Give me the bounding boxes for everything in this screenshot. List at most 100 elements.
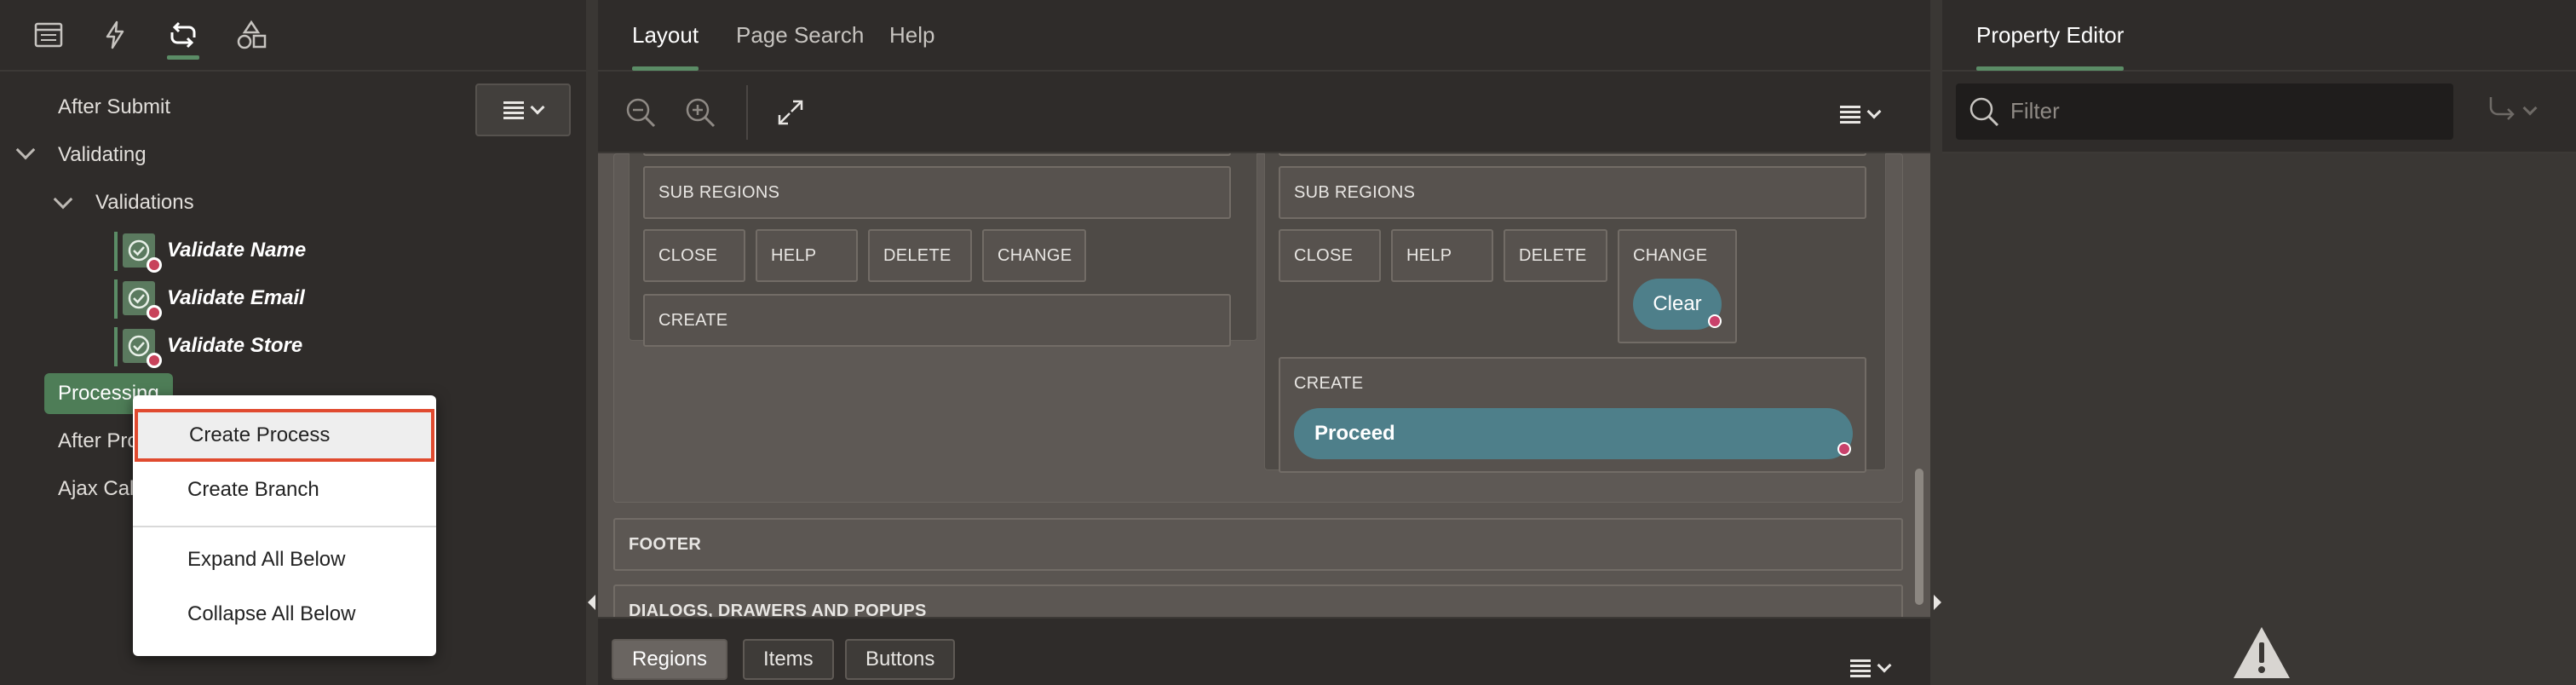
chevron-down-icon: [2522, 101, 2538, 116]
collapse-right-icon[interactable]: [1934, 595, 1941, 610]
processing-tree-pane: After Submit Validating Validations Vali…: [0, 0, 586, 685]
zoom-out-icon[interactable]: [620, 92, 661, 133]
expand-icon[interactable]: [770, 92, 811, 133]
region-slot-top: [1279, 153, 1866, 156]
condition-indicator-icon: [1708, 314, 1722, 328]
chevron-down-icon[interactable]: [53, 189, 73, 210]
left-pane-tabs: [0, 0, 586, 72]
tree-node-validations[interactable]: Validations: [95, 191, 194, 215]
slot-dialogs-drawers-popups[interactable]: DIALOGS, DRAWERS AND POPUPS: [613, 584, 1903, 617]
slot-label: CREATE: [1294, 374, 1364, 393]
condition-indicator-icon: [147, 257, 162, 273]
slot-delete[interactable]: DELETE: [868, 229, 972, 282]
tab-buttons[interactable]: Buttons: [845, 639, 956, 680]
layout-pane: Layout Page Search Help SUB REGIONS CLOS…: [598, 0, 1930, 685]
menu-separator: [133, 526, 436, 527]
tree-node-after-processing[interactable]: After Pro: [58, 429, 139, 453]
gallery-menu-button[interactable]: [1850, 653, 1910, 683]
canvas-scrollbar[interactable]: [1915, 469, 1923, 605]
slot-label: HELP: [1406, 246, 1452, 265]
slot-change[interactable]: CHANGE: [982, 229, 1086, 282]
selection-bar: [114, 327, 118, 366]
chevron-down-icon[interactable]: [15, 140, 36, 160]
property-editor-pane: Property Editor: [1942, 0, 2576, 685]
layout-menu-button[interactable]: [1840, 97, 1900, 131]
tab-property-editor[interactable]: Property Editor: [1976, 22, 2125, 71]
filter-input[interactable]: [2010, 92, 2436, 130]
menu-icon: [1840, 103, 1860, 126]
slot-label: CHANGE: [998, 246, 1072, 265]
layout-canvas[interactable]: SUB REGIONS CLOSE HELP DELETE CHANGE CRE…: [598, 153, 1930, 617]
tree-menu-button[interactable]: [475, 83, 571, 136]
slot-create[interactable]: CREATE: [643, 294, 1231, 347]
slot-create[interactable]: CREATE Proceed: [1279, 357, 1866, 473]
tree-node-label: Validate Email: [167, 286, 305, 309]
slot-delete[interactable]: DELETE: [1504, 229, 1607, 282]
chevron-down-icon: [1877, 658, 1892, 673]
menu-item-create-process[interactable]: Create Process: [135, 409, 434, 462]
slot-label: CLOSE: [1294, 246, 1354, 265]
menu-item-create-branch[interactable]: Create Branch: [133, 463, 436, 516]
tree-node-after-submit[interactable]: After Submit: [58, 95, 170, 119]
proceed-button[interactable]: Proceed: [1294, 408, 1853, 459]
selection-bar: [114, 279, 118, 319]
tree-node-label: Validate Store: [167, 334, 303, 357]
slot-label: CHANGE: [1633, 246, 1708, 265]
tab-items[interactable]: Items: [743, 639, 834, 680]
slot-close[interactable]: CLOSE: [643, 229, 745, 282]
menu-icon: [503, 99, 524, 122]
tree-node-label: Validate Name: [167, 239, 307, 262]
slot-sub-regions[interactable]: SUB REGIONS: [643, 166, 1231, 219]
tab-help[interactable]: Help: [889, 22, 934, 49]
right-splitter[interactable]: [1930, 0, 1942, 685]
slot-label: DELETE: [883, 246, 952, 265]
slot-footer[interactable]: FOOTER: [613, 518, 1903, 571]
slot-help[interactable]: HELP: [1391, 229, 1493, 282]
slot-label: CLOSE: [658, 246, 718, 265]
slot-label: HELP: [771, 246, 817, 265]
region-slot-top: [643, 153, 1231, 156]
processing-cycle-icon[interactable]: [164, 15, 203, 60]
slot-sub-regions[interactable]: SUB REGIONS: [1279, 166, 1866, 219]
condition-indicator-icon: [147, 353, 162, 368]
tab-page-search[interactable]: Page Search: [736, 22, 864, 49]
arrow-return-icon: [2487, 95, 2518, 127]
slot-label: DELETE: [1519, 246, 1587, 265]
menu-item-expand-all-below[interactable]: Expand All Below: [133, 533, 436, 586]
chevron-down-icon: [1866, 104, 1882, 119]
go-to-group-button[interactable]: [2487, 89, 2556, 133]
tree-node-ajax-callback[interactable]: Ajax Cal: [58, 477, 134, 501]
slot-label: DIALOGS, DRAWERS AND POPUPS: [629, 602, 927, 617]
slot-label: SUB REGIONS: [1294, 183, 1416, 202]
slot-help[interactable]: HELP: [756, 229, 858, 282]
menu-icon: [1850, 657, 1871, 680]
tab-layout[interactable]: Layout: [632, 22, 699, 71]
collapse-left-icon[interactable]: [588, 595, 595, 610]
tab-regions[interactable]: Regions: [612, 639, 728, 680]
toolbar-separator: [746, 85, 748, 140]
condition-indicator-icon: [1837, 442, 1851, 456]
filter-field[interactable]: [1956, 83, 2453, 140]
tree-node-validating[interactable]: Validating: [58, 143, 147, 167]
warning-icon: [2232, 625, 2291, 680]
right-dialog-region: SUB REGIONS CLOSE HELP DELETE CHANGE Cle…: [1264, 153, 1886, 473]
selection-bar: [114, 232, 118, 271]
zoom-in-icon[interactable]: [680, 92, 721, 133]
slot-label: SUB REGIONS: [658, 183, 780, 202]
right-pane-tabs: Property Editor: [1942, 0, 2576, 72]
gallery-bar: Regions Items Buttons: [598, 617, 1930, 685]
shapes-icon[interactable]: [232, 15, 271, 55]
slot-label: FOOTER: [629, 535, 702, 554]
context-menu: Create Process Create Branch Expand All …: [133, 395, 436, 656]
slot-label: CREATE: [658, 311, 728, 330]
rendering-tree-icon[interactable]: [29, 15, 68, 55]
lightning-icon[interactable]: [95, 15, 135, 55]
left-dialog-region: SUB REGIONS CLOSE HELP DELETE CHANGE CRE…: [629, 153, 1257, 347]
center-tabs: Layout Page Search Help: [598, 0, 1930, 72]
condition-indicator-icon: [147, 305, 162, 320]
slot-close[interactable]: CLOSE: [1279, 229, 1381, 282]
menu-item-collapse-all-below[interactable]: Collapse All Below: [133, 588, 436, 641]
slot-change[interactable]: CHANGE Clear: [1618, 229, 1737, 343]
search-icon: [1968, 95, 2000, 132]
left-splitter[interactable]: [586, 0, 598, 685]
